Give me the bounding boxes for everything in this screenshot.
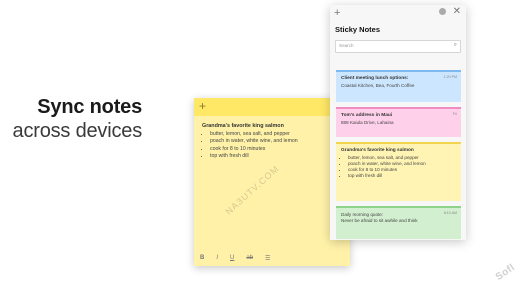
bullets-toggle-button[interactable]: ☰	[265, 255, 270, 262]
promo-line-1: Sync notes	[37, 96, 142, 118]
italic-button[interactable]: I	[216, 255, 218, 261]
note-bullet-list: butter, lemon, sea salt, and pepper poac…	[202, 131, 342, 161]
note-timestamp: 1:20 PM	[443, 75, 457, 79]
promo-text: Sync notes across devices	[0, 95, 143, 143]
note-content[interactable]: Grandma's favorite king salmon butter, l…	[194, 116, 350, 161]
note-list-item: cook for 8 to 10 minutes	[210, 146, 342, 153]
note-list-item: poach in water, white wine, and lemon	[210, 138, 342, 145]
note-card-text: 888 Kaiula Drive, Lahaina	[341, 119, 394, 125]
sticky-notes-window: + ✕ Sticky Notes Search ⌕ 1:20 PM Client…	[330, 5, 466, 240]
note-card-title: Grandma's favorite king salmon	[341, 148, 414, 153]
search-input[interactable]: Search ⌕	[335, 40, 461, 53]
note-card-list-item: top with fresh dill	[348, 173, 457, 179]
note-card-title: Client meeting lunch options:	[341, 76, 409, 81]
add-note-icon[interactable]: +	[334, 7, 340, 19]
note-list-item: butter, lemon, sea salt, and pepper	[210, 131, 342, 138]
close-icon[interactable]: ✕	[453, 6, 461, 17]
note-card-text: Coastal Kitchen, Bea, Fourth Coffee	[341, 82, 415, 88]
strikethrough-button[interactable]: ab	[246, 255, 253, 261]
open-note-window[interactable]: + ⋯ Grandma's favorite king salmon butte…	[194, 98, 350, 266]
note-card-address[interactable]: Fri Tom's address in Maui 888 Kaiula Dri…	[336, 107, 461, 137]
underline-button[interactable]: U	[230, 255, 234, 261]
note-card-quote[interactable]: 8:10 AM Daily morning quote: Never be af…	[336, 206, 461, 239]
note-card-client-meeting[interactable]: 1:20 PM Client meeting lunch options: Co…	[336, 70, 461, 102]
format-toolbar: B I U ab ☰	[194, 250, 350, 266]
note-card-text: Never be afraid to sit awhile and think	[341, 218, 418, 224]
settings-icon[interactable]	[439, 8, 446, 15]
app-title-bar: + ✕	[330, 5, 466, 23]
note-timestamp: 8:10 AM	[443, 211, 457, 215]
bold-button[interactable]: B	[200, 255, 204, 261]
search-icon[interactable]: ⌕	[454, 42, 457, 49]
new-note-icon[interactable]: +	[199, 99, 206, 113]
note-list-item: top with fresh dill	[210, 153, 342, 160]
app-title: Sticky Notes	[335, 25, 381, 34]
note-timestamp: Fri	[452, 112, 457, 116]
note-title: Grandma's favorite king salmon	[202, 123, 284, 129]
note-title-bar: + ⋯	[194, 98, 350, 116]
note-card-title: Tom's address in Maui	[341, 113, 393, 118]
note-card-list: butter, lemon, sea salt, and pepper poac…	[341, 155, 457, 180]
watermark-corner: Sofl	[493, 262, 518, 283]
note-card-salmon[interactable]: Grandma's favorite king salmon butter, l…	[336, 142, 461, 201]
search-placeholder: Search	[339, 43, 354, 48]
promo-line-2: across devices	[12, 120, 143, 142]
